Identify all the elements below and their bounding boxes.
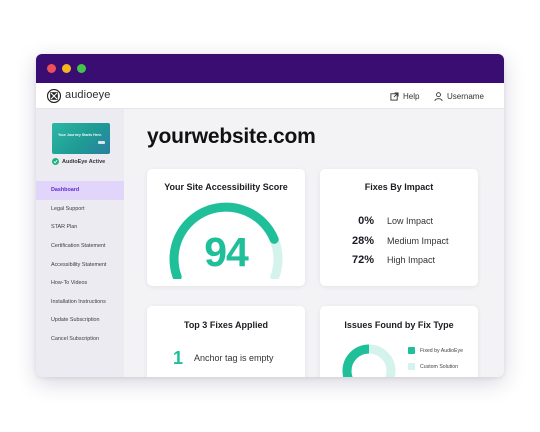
impact-row-high: 72% High Impact [320,254,478,266]
user-menu[interactable]: Username [434,90,484,102]
sidebar-item-certification-statement[interactable]: Certification Statement [36,237,124,256]
page-title: yourwebsite.com [147,125,316,148]
browser-window: audioeye Help Username Your Journey Star… [36,54,504,377]
sidebar-item-star-plan[interactable]: STAR Plan [36,218,124,237]
impact-card-title: Fixes By Impact [364,182,434,192]
fix-rank: 1 [173,348,184,368]
impact-percent: 72% [351,254,374,266]
check-circle-icon [52,158,59,165]
external-link-icon [390,91,399,101]
legend-swatch [408,363,415,370]
impact-row-medium: 28% Medium Impact [320,235,478,247]
brand-name: audioeye [65,89,111,101]
legend-item-fixed: Fixed by AudioEye [408,347,463,354]
sidebar-item-legal-support[interactable]: Legal Support [36,200,124,219]
impact-row-low: 0% Low Impact [320,215,478,227]
maximize-window-icon[interactable] [77,64,86,73]
user-icon [434,91,443,101]
app-header: audioeye Help Username [36,83,504,109]
top-fixes-title: Top 3 Fixes Applied [183,320,268,330]
issues-by-fix-type-card: Issues Found by Fix Type Fixed by AudioE… [320,306,478,377]
sidebar-nav: Dashboard Legal Support STAR Plan Certif… [36,181,124,348]
sidebar-item-installation-instructions[interactable]: Installation Instructions [36,293,124,312]
username-label: Username [447,91,484,101]
help-label: Help [403,91,420,101]
sidebar: Your Journey Starts Here. AudioEye Activ… [36,109,124,377]
impact-label: Low Impact [387,216,434,226]
sidebar-item-cancel-subscription[interactable]: Cancel Subscription [36,330,124,349]
help-link[interactable]: Help [390,90,419,102]
top-fixes-card: Top 3 Fixes Applied 1 Anchor tag is empt… [147,306,305,377]
score-card-title: Your Site Accessibility Score [164,182,288,192]
main-content: yourwebsite.com Your Site Accessibility … [124,109,504,377]
fixes-by-impact-card: Fixes By Impact 0% Low Impact 28% Medium… [320,169,478,286]
donut-segment-fixed [342,344,370,377]
sidebar-item-update-subscription[interactable]: Update Subscription [36,311,124,330]
audioeye-logo-icon [47,89,61,103]
impact-percent: 28% [351,235,374,247]
site-thumbnail[interactable]: Your Journey Starts Here. [52,123,110,154]
impact-percent: 0% [358,215,374,227]
legend-label: Fixed by AudioEye [420,347,463,354]
status-text: AudioEye Active [62,158,106,165]
impact-label: High Impact [387,255,436,265]
sidebar-item-accessibility-statement[interactable]: Accessibility Statement [36,255,124,274]
window-titlebar [36,54,504,83]
minimize-window-icon[interactable] [62,64,71,73]
thumbnail-text: Your Journey Starts Here. [58,133,103,137]
accessibility-score-card: Your Site Accessibility Score 94 [147,169,305,286]
issues-card-title: Issues Found by Fix Type [344,320,454,330]
legend-item-custom: Custom Solution [408,363,458,370]
legend-swatch [408,347,415,354]
fix-label: Anchor tag is empty [194,353,274,363]
thumbnail-cta [98,141,105,144]
legend-label: Custom Solution [420,363,459,370]
sidebar-item-dashboard[interactable]: Dashboard [36,181,124,200]
sidebar-item-how-to-videos[interactable]: How-To Videos [36,274,124,293]
close-window-icon[interactable] [47,64,56,73]
impact-label: Medium Impact [387,236,449,246]
issues-donut-chart [342,344,396,377]
accessibility-score: 94 [204,229,249,275]
status-badge: AudioEye Active [52,158,105,165]
